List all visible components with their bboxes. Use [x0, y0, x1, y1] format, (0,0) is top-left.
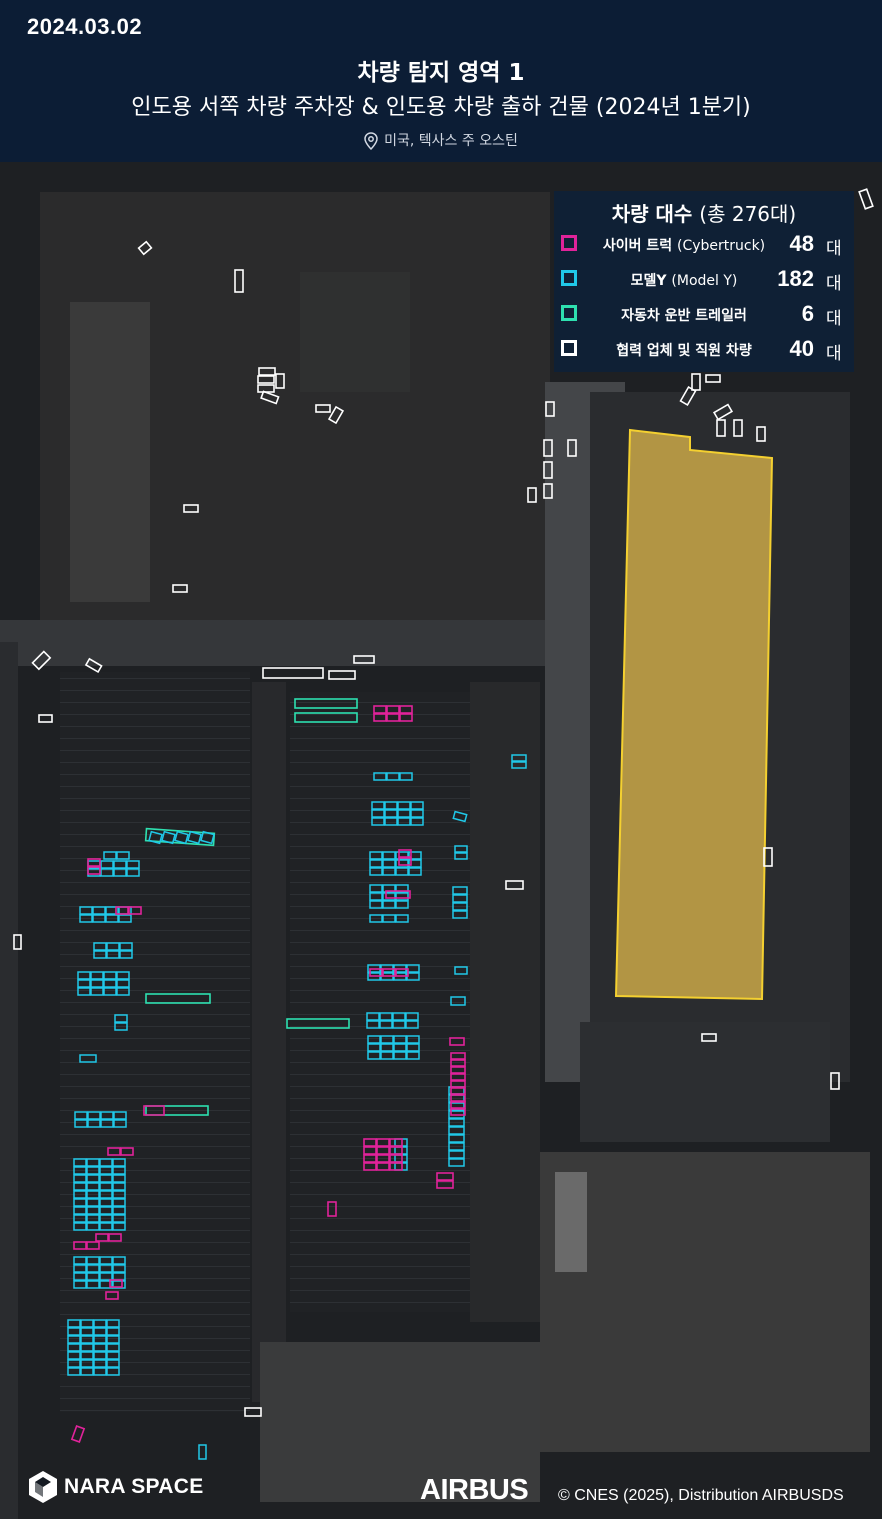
lot-east: [580, 1022, 830, 1142]
page-subtitle: 인도용 서쪽 차량 주차장 & 인도용 차량 출하 건물 (2024년 1분기): [131, 95, 751, 120]
nara-space-logo-icon: [29, 1471, 57, 1503]
legend-label-model-y: 모델Y (Model Y): [584, 270, 784, 290]
location-text: 미국, 텍사스 주 오스틴: [384, 133, 518, 149]
lot-strip: [470, 682, 540, 1322]
legend-row-cybertruck: 사이버 트럭 (Cybertruck) 48 대: [554, 230, 854, 260]
location-line: 미국, 텍사스 주 오스틴: [0, 130, 882, 150]
storage-stack: [555, 1172, 587, 1272]
parking-lot-west: [60, 672, 250, 1412]
parking-lot-center: [290, 692, 470, 1312]
page-title: 차량 탐지 영역 1: [357, 60, 525, 86]
legend-swatch-contractor: [561, 340, 577, 356]
dirt-field-south: [540, 1152, 870, 1452]
legend-unit: 대: [826, 309, 842, 329]
legend-unit: 대: [826, 344, 842, 364]
legend-swatch-model-y: [561, 270, 577, 286]
legend-count-trailer: 6: [801, 301, 814, 326]
legend-label-ko: 모델Y: [630, 273, 667, 289]
legend-unit: 대: [826, 239, 842, 259]
legend-count-model-y: 182: [777, 266, 814, 291]
road-west: [0, 642, 18, 1519]
location-pin-icon: [364, 132, 378, 150]
nara-space-wordmark: NARA SPACE: [64, 1475, 204, 1498]
dirt-patch: [300, 272, 410, 392]
infographic: 2024.03.02 차량 탐지 영역 1 인도용 서쪽 차량 주차장 & 인도…: [0, 0, 882, 1519]
legend-label-contractor: 협력 업체 및 직원 차량: [616, 343, 752, 359]
road: [0, 620, 560, 666]
legend-label-en: (Cybertruck): [676, 238, 766, 254]
capture-date: 2024.03.02: [27, 14, 143, 39]
legend-label-ko: 사이버 트럭: [602, 238, 673, 254]
legend-title: 차량 대수 (총 276대): [554, 198, 854, 227]
legend-total: (총 276대): [699, 202, 797, 226]
legend-label-en: (Model Y): [671, 273, 738, 289]
legend-row-trailer: 자동차 운반 트레일러 6 대: [554, 300, 854, 330]
vehicle-shipping-building: [614, 428, 774, 1001]
legend-count-contractor: 40: [789, 336, 814, 361]
legend-row-model-y: 모델Y (Model Y) 182 대: [554, 265, 854, 295]
legend-label-cybertruck: 사이버 트럭 (Cybertruck): [584, 235, 784, 255]
legend-title-text: 차량 대수: [611, 202, 693, 226]
legend-swatch-cybertruck: [561, 235, 577, 251]
legend-count-cybertruck: 48: [789, 231, 814, 256]
airbus-logo: AIRBUS: [420, 1474, 529, 1506]
legend-label-trailer: 자동차 운반 트레일러: [621, 308, 747, 324]
legend-panel: 차량 대수 (총 276대) 사이버 트럭 (Cybertruck) 48 대 …: [554, 191, 854, 372]
image-credit: © CNES (2025), Distribution AIRBUSDS: [558, 1487, 844, 1504]
header-bar: 2024.03.02 차량 탐지 영역 1 인도용 서쪽 차량 주차장 & 인도…: [0, 0, 882, 162]
dirt-patch: [70, 302, 150, 602]
lot-aisle: [252, 682, 286, 1402]
legend-unit: 대: [826, 274, 842, 294]
legend-swatch-trailer: [561, 305, 577, 321]
legend-row-contractor: 협력 업체 및 직원 차량 40 대: [554, 335, 854, 365]
